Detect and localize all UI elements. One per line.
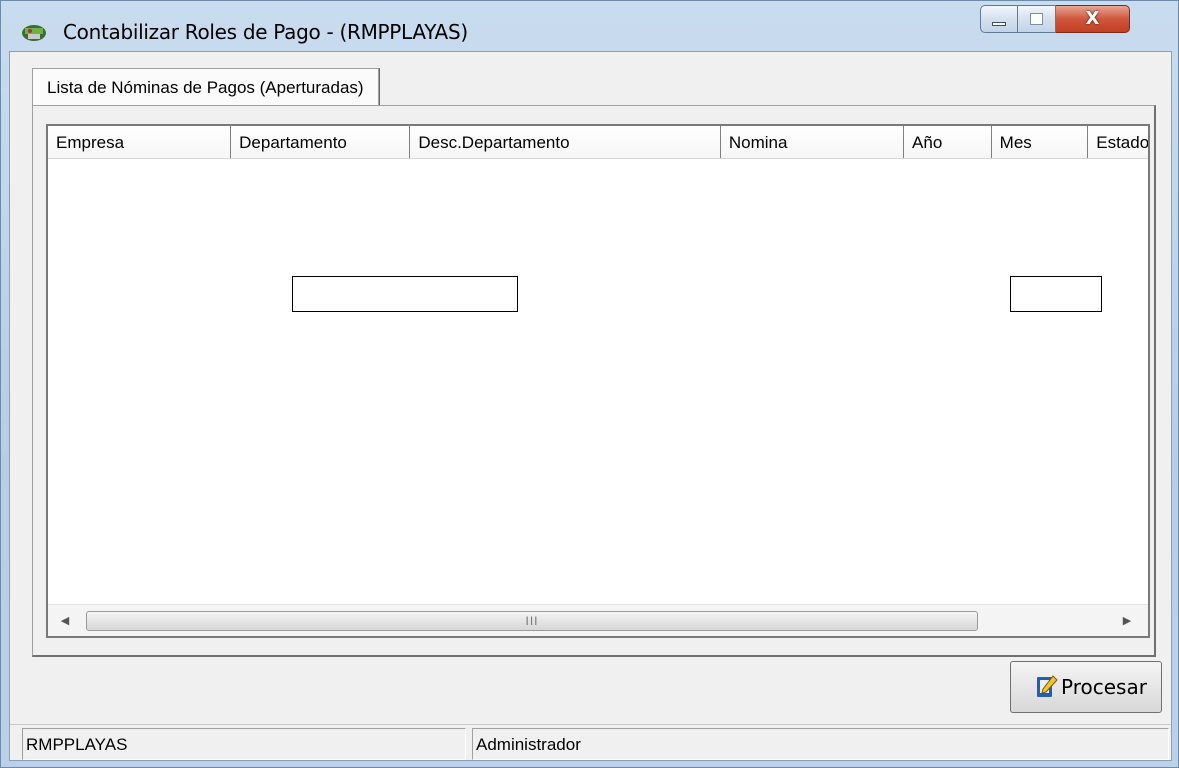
maximize-icon <box>1030 13 1043 25</box>
status-bar: RMPPLAYAS Administrador <box>10 724 1171 761</box>
close-button[interactable]: X <box>1056 5 1130 33</box>
scrollbar-thumb[interactable]: III <box>86 611 978 631</box>
column-header-nomina[interactable]: Nomina <box>720 126 905 158</box>
column-header-departamento[interactable]: Departamento <box>231 126 411 158</box>
caption-buttons: X <box>980 5 1130 35</box>
procesar-button[interactable]: Procesar <box>1010 661 1162 713</box>
status-user: Administrador <box>472 728 1169 760</box>
app-icon <box>22 25 46 41</box>
inline-edit-box[interactable] <box>1010 276 1102 312</box>
horizontal-scrollbar[interactable]: ◀ III ▶ <box>48 604 1148 636</box>
list-header: Empresa Departamento Desc.Departamento N… <box>48 126 1148 159</box>
column-header-estado[interactable]: Estado <box>1088 126 1148 158</box>
status-database: RMPPLAYAS <box>22 728 466 760</box>
column-header-anio[interactable]: Año <box>904 126 992 158</box>
window-title: Contabilizar Roles de Pago - (RMPPLAYAS) <box>63 20 468 44</box>
inline-edit-box[interactable] <box>292 276 518 312</box>
client-area: Lista de Nóminas de Pagos (Aperturadas) … <box>9 51 1172 761</box>
scroll-right-icon[interactable]: ▶ <box>1112 605 1142 636</box>
column-header-empresa[interactable]: Empresa <box>48 126 232 158</box>
procesar-label: Procesar <box>1061 675 1147 699</box>
nominas-list[interactable]: Empresa Departamento Desc.Departamento N… <box>46 124 1150 638</box>
tab-nominas-aperturadas[interactable]: Lista de Nóminas de Pagos (Aperturadas) <box>32 68 379 106</box>
process-icon <box>1037 675 1058 697</box>
close-icon: X <box>1085 8 1100 29</box>
scroll-grip: III <box>525 614 539 628</box>
maximize-button[interactable] <box>1018 5 1056 33</box>
column-header-mes[interactable]: Mes <box>991 126 1089 158</box>
minimize-icon <box>992 22 1006 26</box>
scroll-left-icon[interactable]: ◀ <box>50 605 80 636</box>
app-window: Contabilizar Roles de Pago - (RMPPLAYAS)… <box>0 0 1179 768</box>
column-header-desc-departamento[interactable]: Desc.Departamento <box>410 126 721 158</box>
minimize-button[interactable] <box>980 5 1018 33</box>
